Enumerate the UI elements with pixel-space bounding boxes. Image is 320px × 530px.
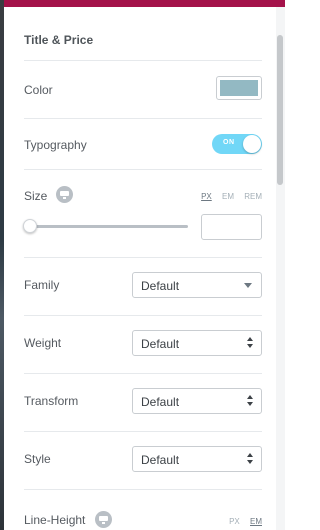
weight-control: Weight Default [24,316,262,374]
unit-px[interactable]: PX [201,192,212,201]
color-control: Color [24,60,262,119]
top-accent-bar [0,0,285,7]
slider-handle[interactable] [23,219,37,233]
size-control: Size PX EM REM [23,170,262,258]
color-picker-button[interactable] [216,76,262,100]
desktop-responsive-icon[interactable] [95,511,112,528]
style-label: Style [24,452,51,466]
color-swatch-fill [220,80,258,96]
monitor-stand [102,522,105,524]
scrollbar-thumb[interactable] [277,35,283,185]
family-select-value: Default [141,279,180,293]
transform-select[interactable]: Default [132,388,262,414]
family-control: Family Default [24,258,262,316]
transform-control: Transform Default [24,374,262,432]
weight-select[interactable]: Default [132,330,262,356]
unit-em[interactable]: EM [250,517,262,526]
family-select[interactable]: Default [132,272,262,298]
style-control: Style Default [24,432,262,490]
line-height-control: Line-Height PX EM [24,490,262,530]
select-arrows-icon [247,453,254,466]
style-settings-panel: Title & Price Color Typography ON Size P… [4,7,276,530]
panel-scrollbar[interactable] [276,7,285,530]
toggle-knob [243,135,261,153]
size-units: PX EM REM [193,192,262,201]
select-arrows-icon [247,337,254,350]
line-height-label: Line-Height [24,513,86,527]
unit-rem[interactable]: REM [244,192,262,201]
section-header[interactable]: Title & Price [24,7,262,61]
weight-label: Weight [24,336,62,350]
size-number-input[interactable] [201,214,262,240]
typography-toggle[interactable]: ON [212,134,262,154]
typography-control: Typography ON [24,119,262,170]
color-label: Color [24,83,53,97]
section-title: Title & Price [24,33,94,47]
monitor-stand [63,197,66,199]
toggle-on-text: ON [223,139,235,146]
style-select-value: Default [141,453,180,467]
unit-px[interactable]: PX [229,517,240,526]
size-label: Size [24,189,48,203]
size-slider[interactable] [23,219,188,233]
monitor-screen [60,191,69,196]
typography-label: Typography [24,138,87,152]
line-height-units: PX EM [221,517,262,526]
family-label: Family [24,278,60,292]
chevron-down-icon [244,283,252,288]
weight-select-value: Default [141,337,180,351]
transform-select-value: Default [141,395,180,409]
style-select[interactable]: Default [132,446,262,472]
transform-label: Transform [24,394,79,408]
unit-em[interactable]: EM [222,192,234,201]
select-arrows-icon [247,395,254,408]
monitor-screen [99,516,108,521]
desktop-responsive-icon[interactable] [56,186,73,203]
